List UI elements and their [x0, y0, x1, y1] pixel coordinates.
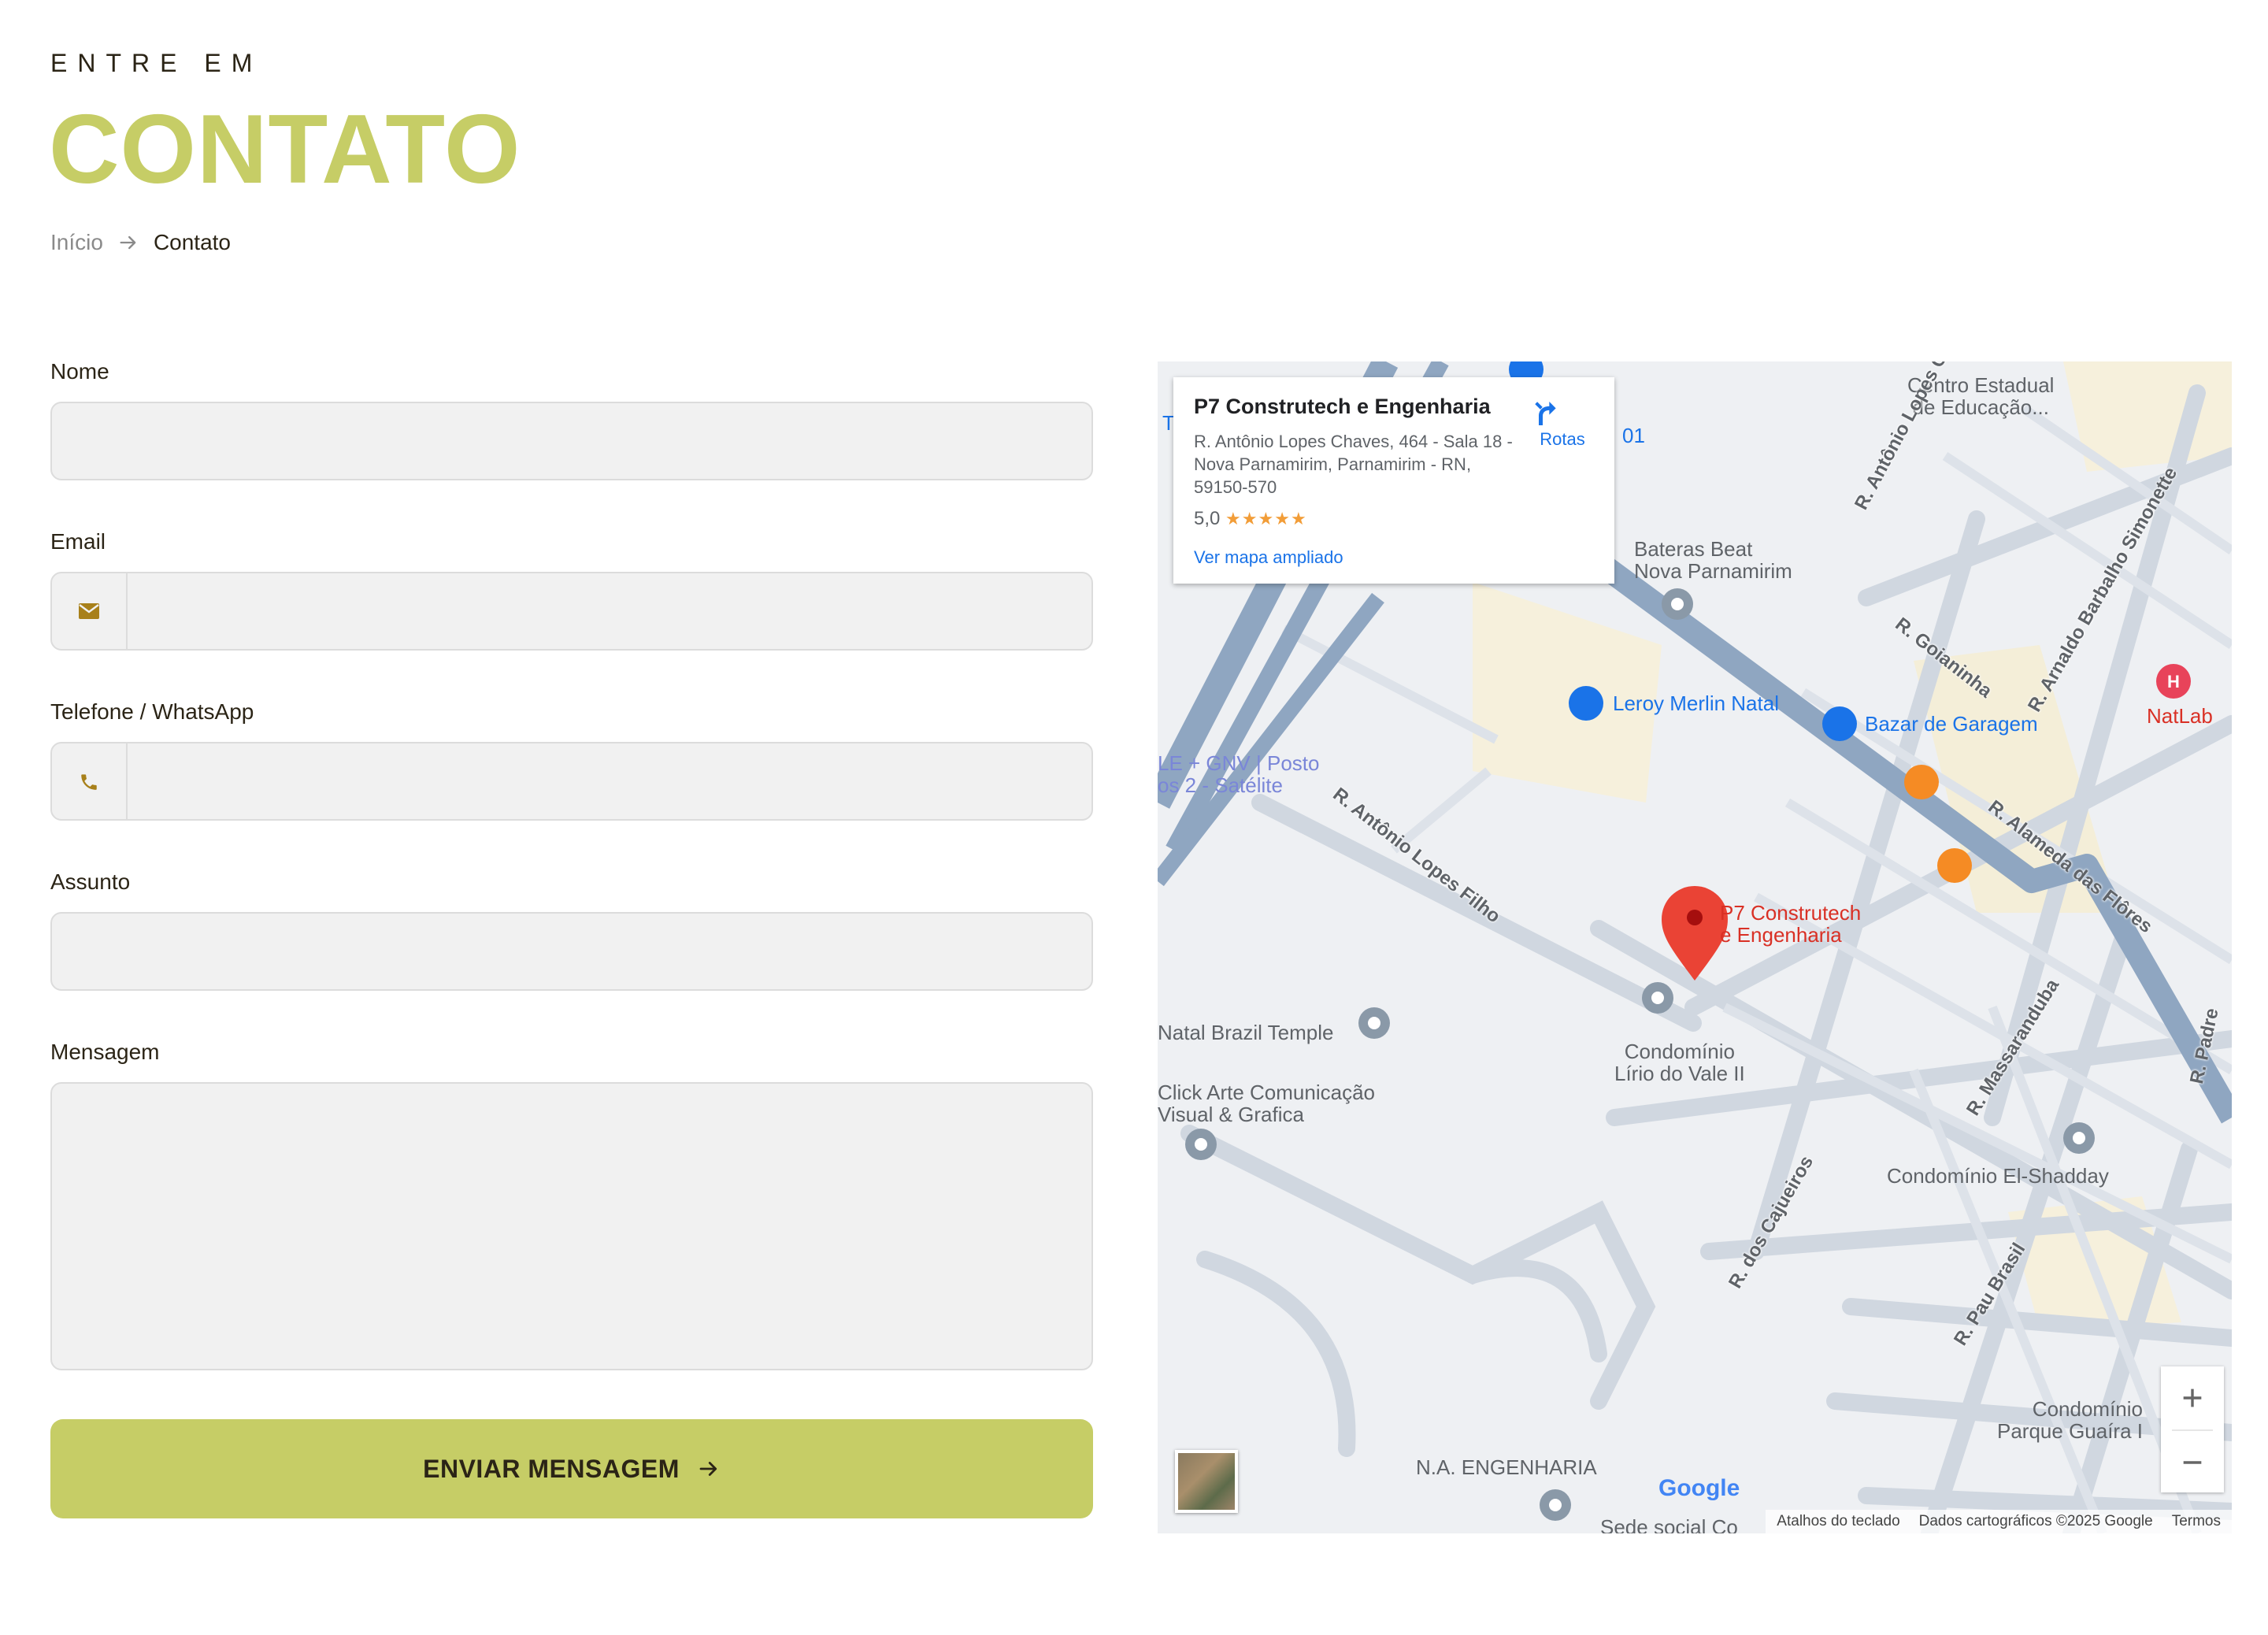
page-title: CONTATO	[49, 95, 521, 204]
map-label-el-shaddai: Condomínio El-Shadday	[1887, 1164, 2109, 1188]
submit-label: ENVIAR MENSAGEM	[423, 1454, 680, 1483]
subject-label: Assunto	[50, 869, 131, 894]
subject-input[interactable]	[50, 912, 1093, 991]
phone-label: Telefone / WhatsApp	[50, 699, 254, 724]
embedded-map[interactable]: H Centro Estadual de Educação... Bateras…	[1158, 361, 2232, 1533]
map-label-bazar[interactable]: Bazar de Garagem	[1865, 713, 2038, 735]
page-eyebrow: ENTRE EM	[50, 49, 263, 77]
place-info-card: P7 Construtech e Engenharia R. Antônio L…	[1173, 377, 1614, 584]
breadcrumb: Início Contato	[50, 230, 231, 255]
phone-field-group: Telefone / WhatsApp	[50, 699, 1093, 821]
subject-field-group: Assunto	[50, 869, 1093, 991]
place-address: R. Antônio Lopes Chaves, 464 - Sala 18 -…	[1194, 432, 1513, 497]
place-rating: 5,0 ★★★★★	[1194, 508, 1594, 530]
breadcrumb-home-link[interactable]: Início	[50, 230, 103, 255]
message-textarea[interactable]	[50, 1082, 1093, 1370]
email-prefix	[52, 573, 128, 649]
arrow-right-icon	[120, 235, 136, 250]
map-label-bateras: Bateras Beat Nova Parnamirim	[1634, 537, 1792, 583]
map-label-p7[interactable]: P7 Construtech e Engenharia	[1720, 902, 1861, 946]
map-label-number: 01	[1622, 424, 1645, 447]
google-logo: Google	[1658, 1475, 1740, 1501]
contact-form: Nome Email Telefone / WhatsApp Assunto M…	[50, 359, 1093, 1518]
rating-stars: ★★★★★	[1225, 509, 1307, 528]
map-label-natlab[interactable]: NatLab	[2147, 705, 2213, 727]
arrow-right-icon	[699, 1462, 717, 1476]
phone-icon	[81, 774, 97, 790]
envelope-icon	[79, 603, 99, 619]
rating-value: 5,0	[1194, 508, 1221, 529]
keyboard-shortcuts-link[interactable]: Atalhos do teclado	[1777, 1513, 1899, 1530]
email-label: Email	[50, 529, 106, 554]
phone-input[interactable]	[50, 742, 1093, 821]
zoom-out-button[interactable]	[2161, 1431, 2224, 1494]
zoom-controls	[2161, 1366, 2224, 1492]
directions-button[interactable]: Rotas	[1531, 398, 1594, 450]
email-field-group: Email	[50, 529, 1093, 651]
map-label-temple: Natal Brazil Temple	[1158, 1021, 1334, 1044]
phone-prefix	[52, 743, 128, 819]
zoom-in-button[interactable]	[2161, 1366, 2224, 1429]
larger-map-link[interactable]: Ver mapa ampliado	[1194, 547, 1594, 568]
terms-link[interactable]: Termos	[2172, 1513, 2221, 1530]
directions-label: Rotas	[1540, 429, 1585, 449]
map-data-text: Dados cartográficos ©2025 Google	[1918, 1513, 2153, 1529]
email-input[interactable]	[50, 572, 1093, 651]
plus-icon	[2183, 1388, 2202, 1407]
map-label-click-arte: Click Arte Comunicação Visual & Grafica	[1158, 1081, 1375, 1126]
map-label-posto[interactable]: LE + GNV | Posto os 2 - Satélite	[1158, 752, 1319, 796]
map-label-lirio: Condomínio Lírio do Vale II	[1614, 1040, 1745, 1085]
directions-icon	[1535, 402, 1556, 425]
minus-icon	[2183, 1461, 2202, 1464]
map-label-leroy[interactable]: Leroy Merlin Natal	[1613, 692, 1779, 714]
name-label: Nome	[50, 359, 109, 384]
map-attribution: Atalhos do teclado Dados cartográficos ©…	[1766, 1510, 2232, 1533]
message-label: Mensagem	[50, 1040, 160, 1064]
message-field-group: Mensagem	[50, 1040, 1093, 1370]
svg-text:H: H	[2167, 672, 2180, 691]
contact-page: ENTRE EM CONTATO Início Contato Nome Ema…	[0, 0, 2268, 1635]
map-label-guaira: Condomínio Parque Guaíra I	[1997, 1397, 2143, 1443]
map-label-na-engenharia: N.A. ENGENHARIA	[1416, 1455, 1597, 1479]
submit-button[interactable]: ENVIAR MENSAGEM	[50, 1419, 1093, 1518]
name-field-group: Nome	[50, 359, 1093, 480]
name-input[interactable]	[50, 402, 1093, 480]
satellite-toggle-button[interactable]	[1175, 1450, 1238, 1513]
breadcrumb-current: Contato	[153, 230, 232, 254]
map-label-sede: Sede social Co	[1600, 1515, 1738, 1533]
